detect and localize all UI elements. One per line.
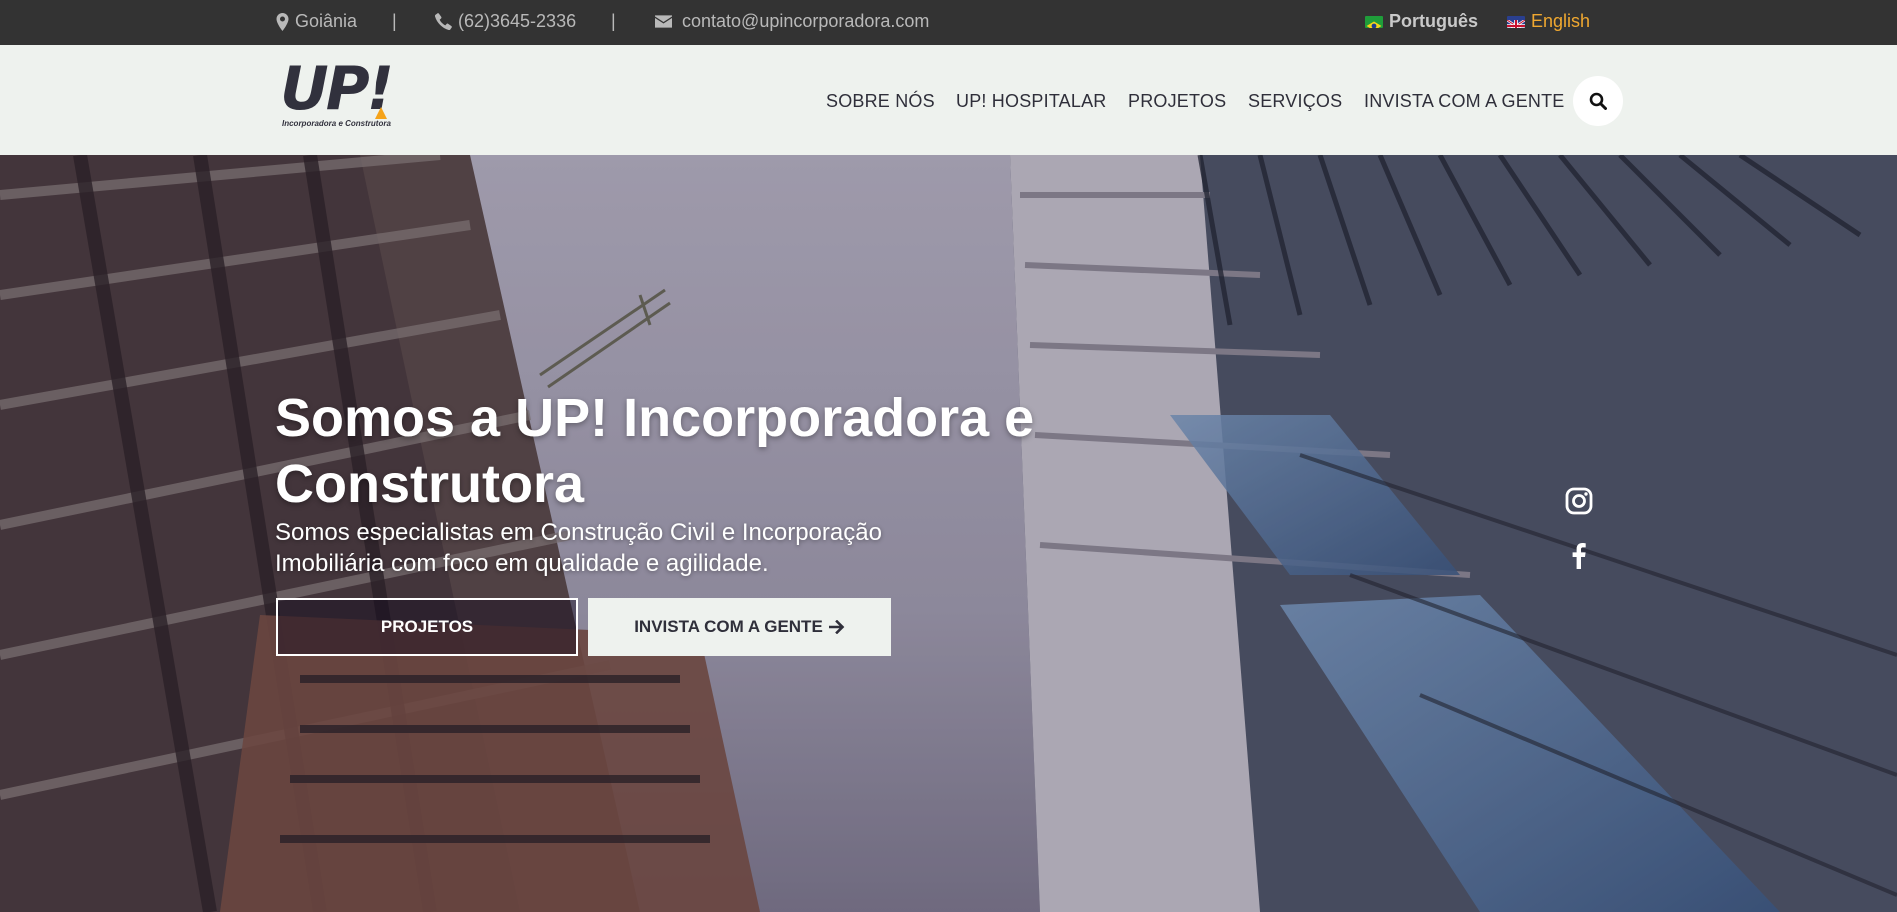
hero-section: Somos a UP! Incorporadora e Construtora … xyxy=(0,155,1897,912)
logo-tagline: Incorporadora e Construtora xyxy=(282,119,391,128)
instagram-icon[interactable] xyxy=(1565,487,1593,515)
nav-invista-com-a-gente[interactable]: INVISTA COM A GENTE xyxy=(1364,91,1565,112)
search-icon xyxy=(1589,92,1607,110)
arrow-right-icon xyxy=(828,620,845,634)
invista-button-label: INVISTA COM A GENTE xyxy=(634,617,823,636)
main-header: UP! Incorporadora e Construtora SOBRE NÓ… xyxy=(0,45,1897,155)
separator: | xyxy=(611,11,616,31)
uk-flag-icon xyxy=(1507,15,1525,28)
lang-english[interactable]: English xyxy=(1507,11,1590,32)
projetos-button[interactable]: PROJETOS xyxy=(276,598,578,656)
email-text: contato@upincorporadora.com xyxy=(682,11,930,31)
location-info: Goiânia xyxy=(276,11,357,32)
brazil-flag-icon xyxy=(1365,15,1383,28)
logo[interactable]: UP! Incorporadora e Construtora xyxy=(280,59,400,135)
nav-projetos[interactable]: PROJETOS xyxy=(1128,91,1226,112)
nav-servicos[interactable]: SERVIÇOS xyxy=(1248,91,1342,112)
logo-accent-triangle-icon xyxy=(375,107,387,119)
facebook-icon[interactable] xyxy=(1565,541,1593,569)
separator: | xyxy=(392,11,397,31)
search-button[interactable] xyxy=(1573,76,1623,126)
phone-icon xyxy=(435,13,452,30)
phone-text: (62)3645-2336 xyxy=(458,11,577,31)
invista-button[interactable]: INVISTA COM A GENTE xyxy=(588,598,891,656)
top-bar: Goiânia | (62)3645-2336 | contato@upinco… xyxy=(0,0,1897,45)
phone-info[interactable]: (62)3645-2336 xyxy=(435,11,576,32)
envelope-icon xyxy=(655,15,672,28)
location-text: Goiânia xyxy=(295,11,358,31)
lang-portuguese[interactable]: Português xyxy=(1365,11,1478,32)
hero-subtitle: Somos especialistas em Construção Civil … xyxy=(275,519,882,577)
hero-title: Somos a UP! Incorporadora e Construtora xyxy=(275,388,1035,514)
map-marker-icon xyxy=(276,12,289,31)
lang-portuguese-label: Português xyxy=(1389,11,1479,31)
nav-up-hospitalar[interactable]: UP! HOSPITALAR xyxy=(956,91,1107,112)
nav-sobre-nos[interactable]: SOBRE NÓS xyxy=(826,91,935,112)
email-info[interactable]: contato@upincorporadora.com xyxy=(655,11,929,32)
projetos-button-label: PROJETOS xyxy=(380,617,474,636)
lang-english-label: English xyxy=(1531,11,1591,31)
